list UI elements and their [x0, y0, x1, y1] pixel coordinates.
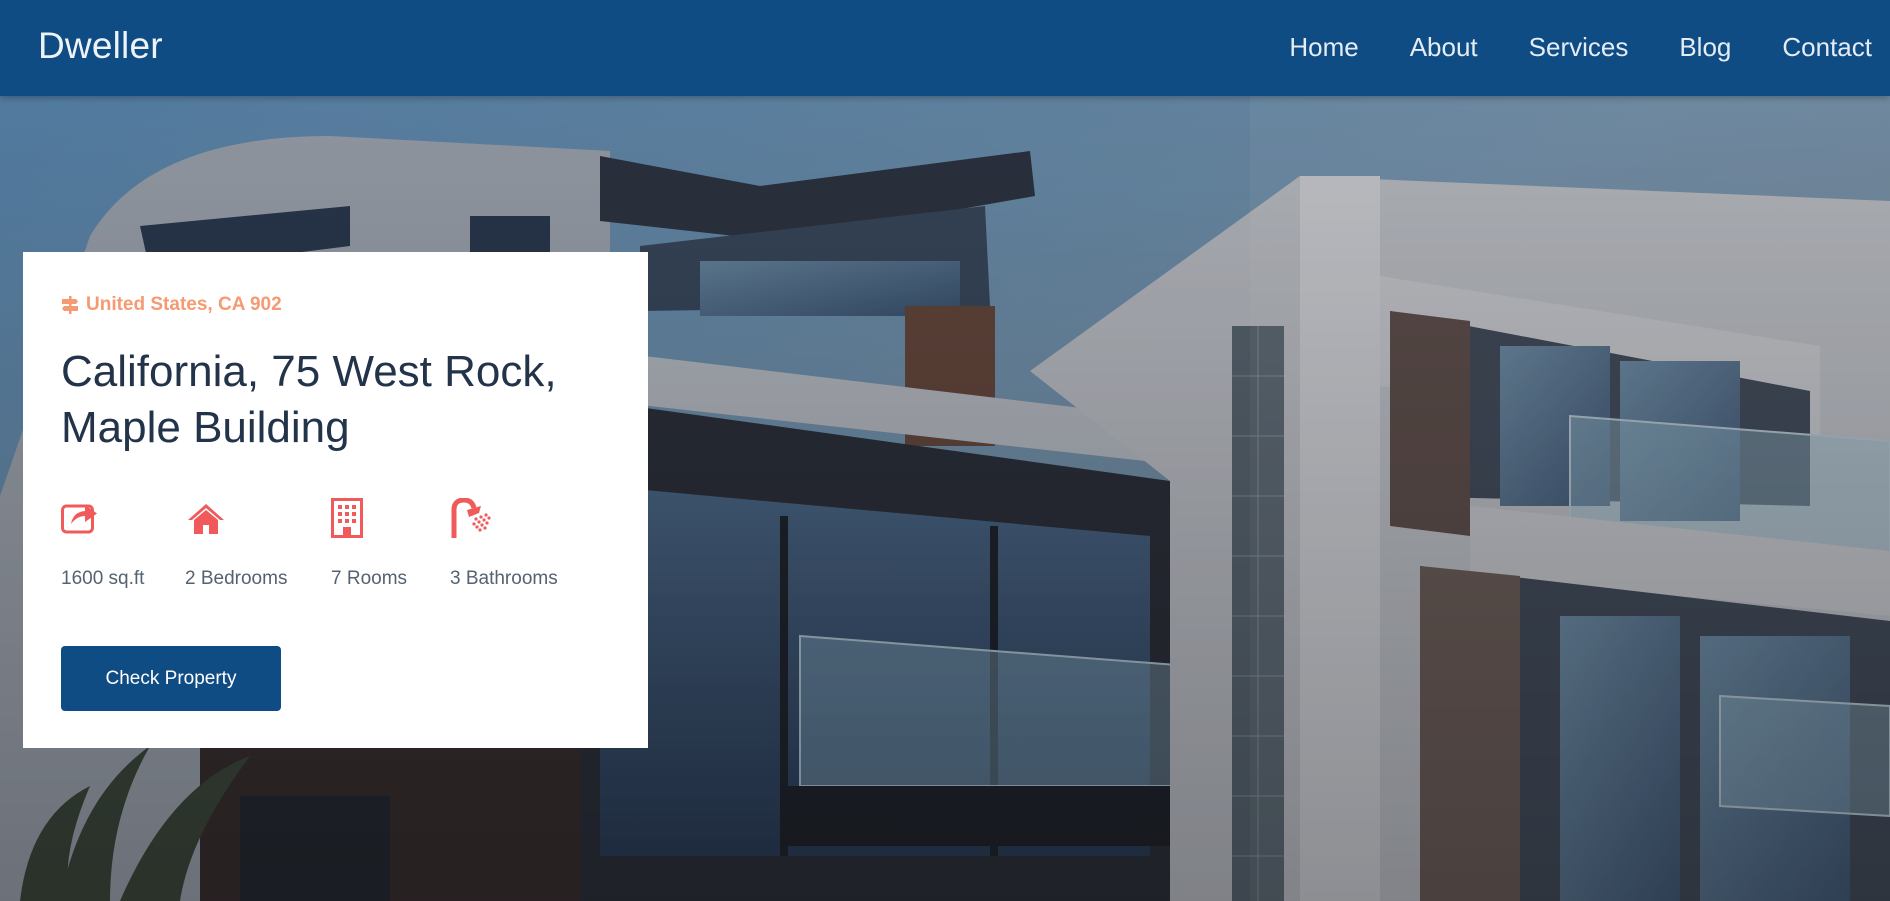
page: Dweller Home About Services Blog Contact — [0, 0, 1890, 901]
feature-rooms: 7 Rooms — [331, 498, 450, 590]
check-property-button[interactable]: Check Property — [61, 646, 281, 711]
brand-logo[interactable]: Dweller — [38, 25, 163, 67]
feature-bathrooms-label: 3 Bathrooms — [450, 568, 558, 589]
property-location: United States, CA 902 — [61, 294, 282, 316]
nav-blog[interactable]: Blog — [1679, 32, 1731, 63]
property-card: United States, CA 902 California, 75 Wes… — [23, 252, 648, 748]
share-icon — [61, 504, 97, 534]
feature-rooms-label: 7 Rooms — [331, 568, 408, 589]
nav-services[interactable]: Services — [1529, 32, 1629, 63]
navbar: Dweller Home About Services Blog Contact — [0, 0, 1890, 96]
feature-bathrooms: 3 Bathrooms — [450, 498, 570, 590]
nav-about[interactable]: About — [1410, 32, 1478, 63]
feature-bedrooms: 2 Bedrooms — [185, 498, 331, 590]
signpost-icon — [62, 296, 78, 314]
property-features: 1600 sq.ft 2 Bedrooms 7 Rooms 3 Bathroom… — [61, 498, 570, 590]
main-nav: Home About Services Blog Contact — [1289, 32, 1872, 63]
feature-area: 1600 sq.ft — [61, 498, 185, 590]
home-icon — [188, 504, 224, 534]
shower-icon — [451, 498, 491, 538]
nav-contact[interactable]: Contact — [1782, 32, 1872, 63]
building-icon — [331, 498, 363, 538]
location-text: United States, CA 902 — [86, 294, 282, 315]
feature-area-label: 1600 sq.ft — [61, 568, 145, 589]
nav-home[interactable]: Home — [1289, 32, 1358, 63]
property-title: California, 75 West Rock, Maple Building — [61, 344, 621, 456]
feature-bedrooms-label: 2 Bedrooms — [185, 568, 288, 589]
title-line-1: California, 75 West Rock, — [61, 347, 557, 396]
title-line-2: Maple Building — [61, 403, 350, 452]
